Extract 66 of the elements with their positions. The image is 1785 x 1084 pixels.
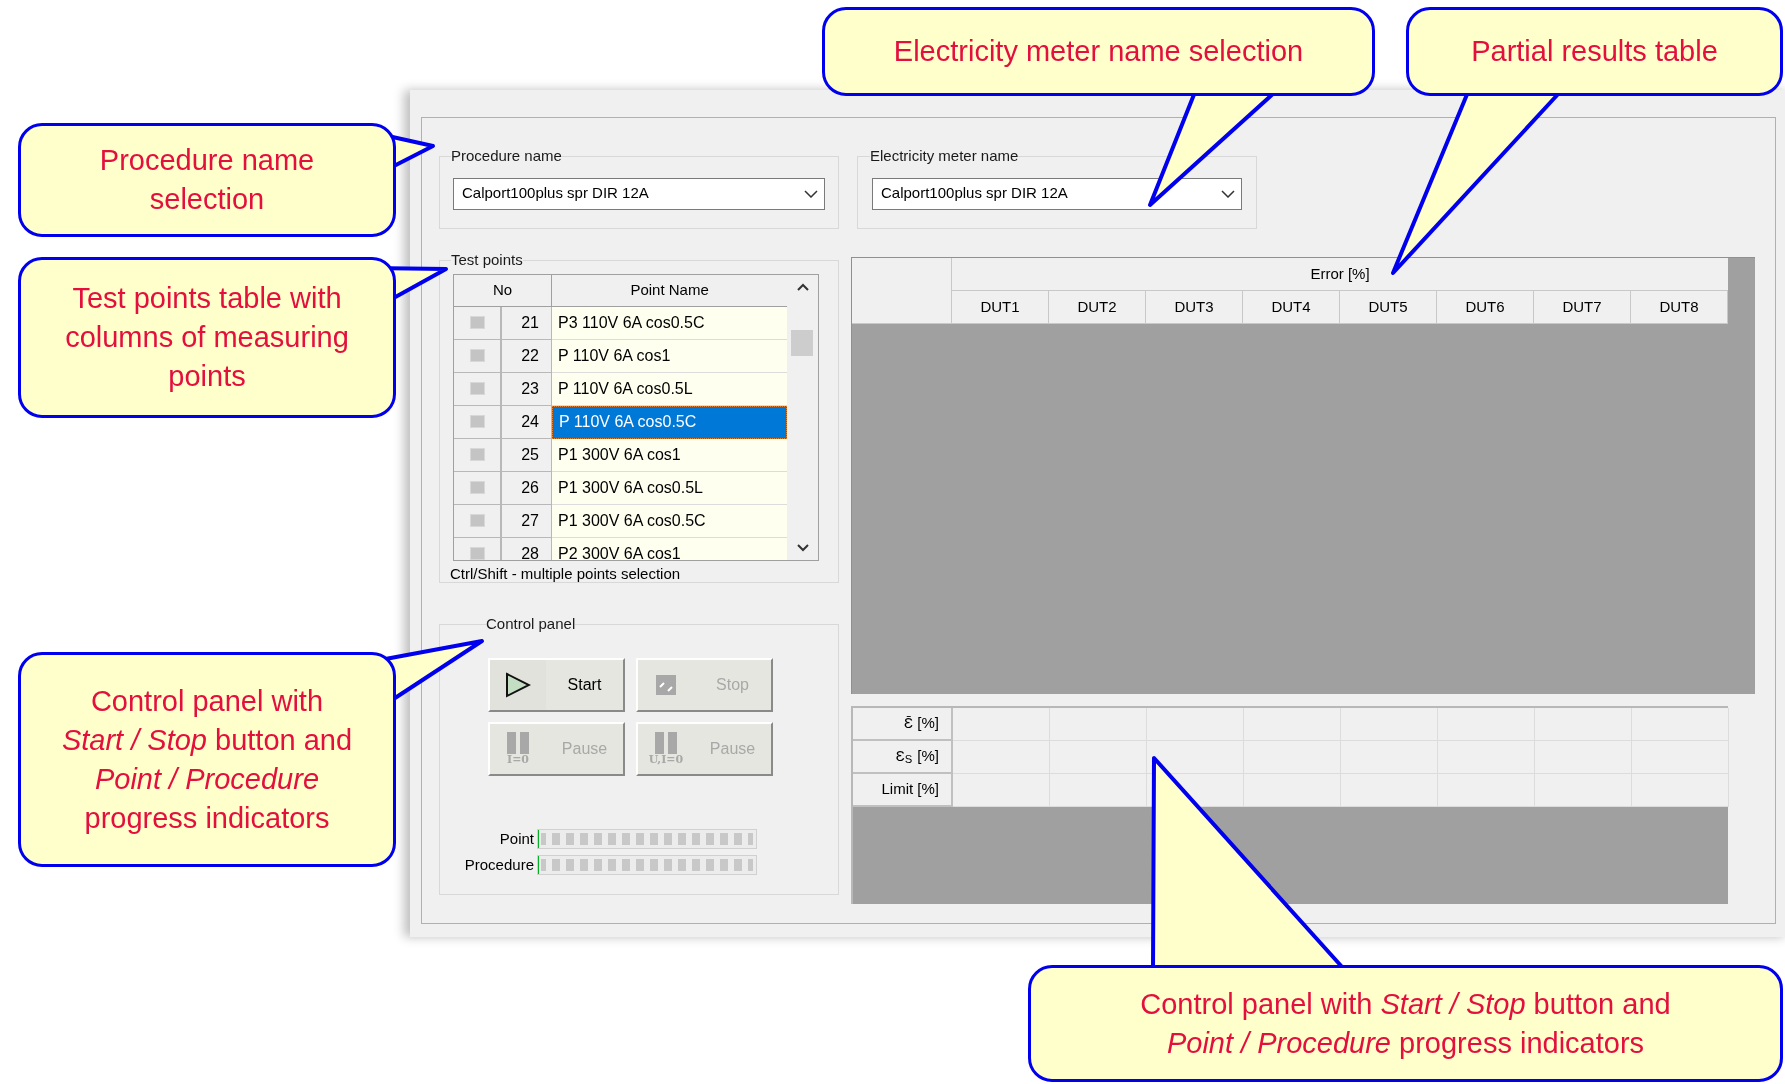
point-name-cell[interactable]: P1 300V 6A cos1: [552, 438, 788, 472]
column-header[interactable]: DUT7: [1534, 291, 1631, 324]
row-number: 27: [502, 504, 552, 538]
row-number: 28: [502, 537, 552, 560]
dropdown[interactable]: Calport100plus spr DIR 12A: [453, 177, 825, 210]
row-number: 24: [502, 405, 552, 439]
row-number: 23: [502, 372, 552, 406]
callout: Procedure name selection: [18, 123, 396, 237]
checkbox[interactable]: [469, 448, 485, 461]
checkbox[interactable]: [469, 415, 485, 428]
chevron-icon: [804, 189, 818, 198]
pause-condition-label: U,I=0: [648, 753, 684, 766]
column-header[interactable]: DUT1: [952, 291, 1049, 324]
dropdown-value: Calport100plus spr DIR 12A: [881, 183, 1068, 204]
column-header[interactable]: DUT4: [1243, 291, 1340, 324]
checkbox[interactable]: [469, 349, 485, 362]
scroll-up-icon: [796, 282, 809, 292]
group-label: Procedure name: [451, 146, 562, 166]
dropdown-value: Calport100plus spr DIR 12A: [462, 183, 649, 204]
point-name-cell[interactable]: P1 300V 6A cos0.5C: [552, 504, 788, 538]
point-name-cell[interactable]: P 110V 6A cos0.5L: [552, 372, 788, 406]
scrollbar[interactable]: [787, 274, 818, 560]
point-name-cell[interactable]: P 110V 6A cos1: [552, 339, 788, 373]
group-label: Electricity meter name: [870, 146, 1019, 166]
play-icon: [505, 671, 531, 698]
progress-label: Point: [498, 828, 534, 849]
row-number: 21: [502, 306, 552, 340]
checkbox[interactable]: [469, 382, 485, 395]
start-button[interactable]: Start: [488, 657, 625, 712]
group-label: Test points: [451, 250, 523, 270]
row-header: Limit [%]: [853, 774, 953, 807]
group-header: Error [%]: [952, 258, 1728, 291]
column-header[interactable]: DUT3: [1146, 291, 1243, 324]
stop-icon: [656, 674, 676, 695]
callout: Test points table with columns of measuring points: [18, 257, 396, 418]
hint-text: Ctrl/Shift - multiple points selection: [450, 563, 682, 584]
callout: Control panel with Start / Stop button and Point / Procedure progress indicators: [18, 652, 396, 867]
pause-icon: [507, 731, 529, 754]
checkbox[interactable]: [469, 316, 485, 329]
row-number: 25: [502, 438, 552, 472]
point-name-cell[interactable]: P1 300V 6A cos0.5L: [552, 471, 788, 505]
callout: Partial results table: [1406, 7, 1783, 96]
row-header: Ɛ̄ [%]: [853, 708, 953, 741]
pause-icon: [655, 731, 677, 754]
column-header[interactable]: Point Name: [552, 274, 788, 307]
checkbox[interactable]: [469, 547, 485, 560]
scrollbar-thumb[interactable]: [791, 329, 814, 356]
column-header[interactable]: DUT6: [1437, 291, 1534, 324]
chevron-icon: [1221, 189, 1235, 198]
checkbox[interactable]: [469, 481, 485, 494]
column-header[interactable]: No: [454, 274, 552, 307]
group-label: Control panel: [486, 614, 576, 634]
scroll-down-icon: [796, 542, 809, 552]
point-name-cell[interactable]: P 110V 6A cos0.5C: [552, 405, 788, 439]
dropdown[interactable]: Calport100plus spr DIR 12A: [872, 177, 1242, 210]
checkbox[interactable]: [469, 514, 485, 527]
column-header[interactable]: DUT8: [1631, 291, 1728, 324]
point-name-cell[interactable]: P2 300V 6A cos1: [552, 537, 788, 560]
pause-condition-label: I=0: [507, 753, 529, 766]
row-number: 22: [502, 339, 552, 373]
point-name-cell[interactable]: P3 110V 6A cos0.5C: [552, 306, 788, 340]
progress-label: Procedure: [463, 855, 534, 875]
column-header[interactable]: DUT5: [1340, 291, 1437, 324]
row-header: Ɛ$_{S}$ [%]: [853, 741, 953, 774]
column-header[interactable]: DUT2: [1049, 291, 1146, 324]
row-number: 26: [502, 471, 552, 505]
